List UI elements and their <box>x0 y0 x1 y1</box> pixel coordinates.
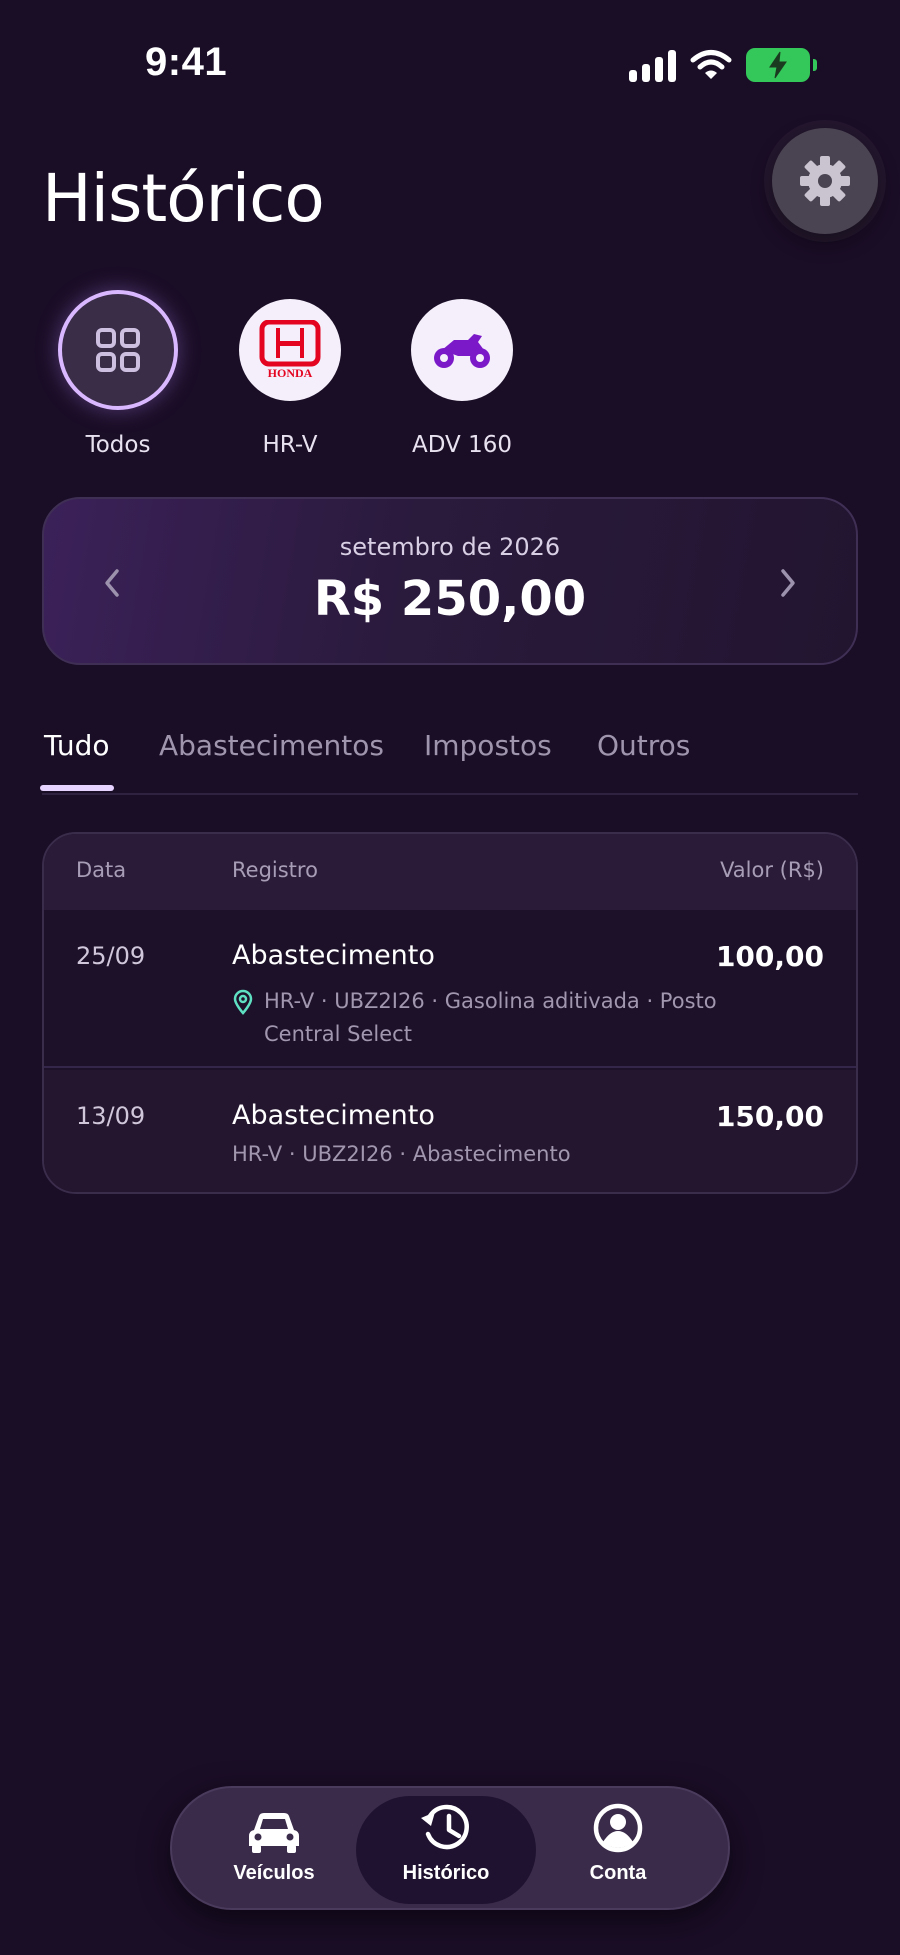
location-pin-icon <box>232 985 264 1051</box>
settings-button[interactable] <box>772 128 878 234</box>
vehicle-selector: Todos HONDA HR-V ADV 160 <box>0 290 900 460</box>
row-meta-text: HR-V · UBZ2I26 · Gasolina aditivada · Po… <box>264 989 717 1046</box>
chevron-right-icon <box>781 569 795 597</box>
nav-item-veiculos[interactable]: Veículos <box>184 1796 364 1904</box>
active-tab-indicator <box>40 785 114 791</box>
row-meta-text: HR-V · UBZ2I26 · Abastecimento <box>232 1142 571 1166</box>
status-icons <box>629 48 817 82</box>
tab-abastecimentos[interactable]: Abastecimentos <box>159 729 384 762</box>
vehicle-chip-todos[interactable]: Todos <box>38 290 198 458</box>
nav-label: Veículos <box>233 1862 315 1884</box>
gear-icon <box>800 156 850 206</box>
honda-logo-text: HONDA <box>268 366 313 380</box>
page-title: Histórico <box>42 160 325 237</box>
vehicle-label: HR-V <box>262 432 318 458</box>
row-value: 100,00 <box>715 940 824 973</box>
vehicle-chip-adv160[interactable]: ADV 160 <box>382 290 542 458</box>
tab-outros[interactable]: Outros <box>597 729 690 762</box>
vehicle-avatar: HONDA <box>239 299 341 401</box>
column-header-date: Data <box>76 858 127 882</box>
vehicle-avatar <box>411 299 513 401</box>
screen: 9:41 Histórico Todos HONDA HR-V ADV 160 … <box>0 0 900 1955</box>
month-total: R$ 250,00 <box>313 571 587 627</box>
records-table: Data Registro Valor (R$) 25/09 Abastecim… <box>42 832 858 1194</box>
next-month-button[interactable] <box>768 563 808 603</box>
row-meta: HR-V · UBZ2I26 · Gasolina aditivada · Po… <box>232 985 752 1051</box>
nav-item-historico[interactable]: Histórico <box>356 1796 536 1904</box>
honda-logo-icon: HONDA <box>259 320 321 380</box>
row-date: 25/09 <box>76 942 146 970</box>
column-header-value: Valor (R$) <box>720 858 824 882</box>
month-summary-card: setembro de 2026 R$ 250,00 <box>42 497 858 665</box>
nav-item-conta[interactable]: Conta <box>528 1796 708 1904</box>
battery-charging-icon <box>746 48 817 82</box>
wifi-icon <box>690 50 732 79</box>
nav-label: Conta <box>589 1862 647 1884</box>
grid-icon <box>96 328 140 372</box>
status-bar: 9:41 <box>0 0 900 130</box>
vehicle-label: ADV 160 <box>412 432 512 458</box>
tab-impostos[interactable]: Impostos <box>424 729 552 762</box>
filter-tabs: Tudo Abastecimentos Impostos Outros <box>40 725 858 795</box>
row-date: 13/09 <box>76 1102 146 1130</box>
table-row[interactable]: 25/09 Abastecimento 100,00 HR-V · UBZ2I2… <box>44 910 856 1068</box>
bottom-navigation: Veículos Histórico Conta <box>170 1786 730 1910</box>
row-title: Abastecimento <box>232 1100 435 1131</box>
row-title: Abastecimento <box>232 940 435 971</box>
car-icon <box>249 1813 299 1853</box>
row-value: 150,00 <box>715 1100 824 1133</box>
vehicle-chip-hrv[interactable]: HONDA HR-V <box>210 290 370 458</box>
nav-label: Histórico <box>402 1862 490 1884</box>
table-header: Data Registro Valor (R$) <box>44 834 856 910</box>
tab-tudo[interactable]: Tudo <box>44 729 110 762</box>
motorcycle-icon <box>434 334 490 368</box>
vehicle-avatar <box>58 290 178 410</box>
history-icon <box>421 1804 469 1850</box>
column-header-record: Registro <box>232 858 318 882</box>
table-row[interactable]: 13/09 Abastecimento 150,00 HR-V · UBZ2I2… <box>44 1070 856 1192</box>
month-label: setembro de 2026 <box>339 533 561 561</box>
cellular-signal-icon <box>629 48 676 82</box>
status-time: 9:41 <box>145 40 228 84</box>
account-icon <box>593 1803 643 1853</box>
vehicle-label: Todos <box>85 432 151 458</box>
